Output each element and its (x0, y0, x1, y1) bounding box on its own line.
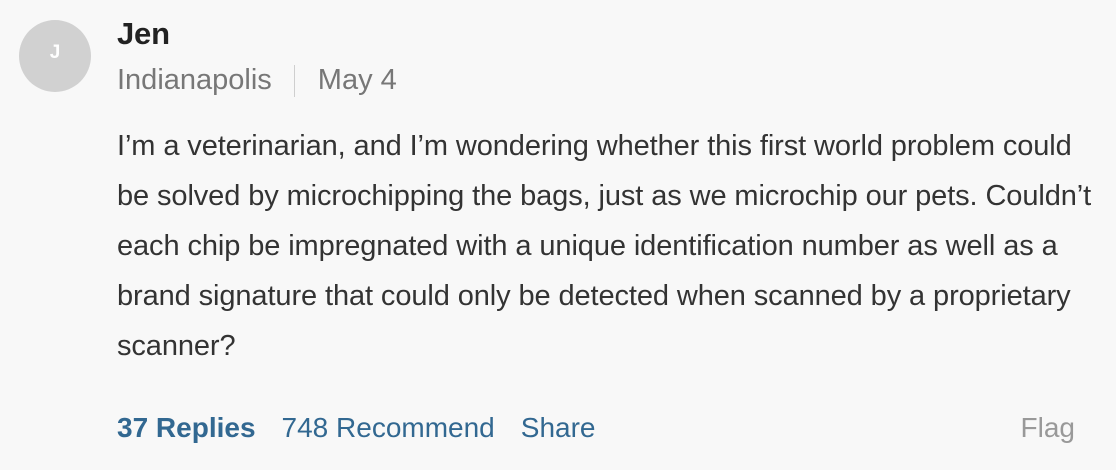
comment-meta: Indianapolis May 4 (117, 64, 397, 97)
author-name[interactable]: Jen (117, 16, 170, 52)
comment-text: I’m a veterinarian, and I’m wondering wh… (117, 130, 1092, 362)
flag-button[interactable]: Flag (1021, 412, 1075, 444)
avatar[interactable]: J (19, 20, 91, 92)
replies-button[interactable]: 37 Replies (117, 412, 256, 444)
author-location: Indianapolis (117, 64, 272, 96)
comment-card: J Jen Indianapolis May 4 I’m a veterinar… (0, 0, 1116, 470)
comment-date: May 4 (317, 64, 397, 96)
comment-actions: 37 Replies 748 Recommend Share Flag (117, 408, 1075, 448)
recommend-button[interactable]: 748 Recommend (282, 412, 495, 444)
share-button[interactable]: Share (521, 412, 596, 444)
meta-divider (293, 64, 295, 97)
avatar-initial: J (49, 42, 61, 63)
